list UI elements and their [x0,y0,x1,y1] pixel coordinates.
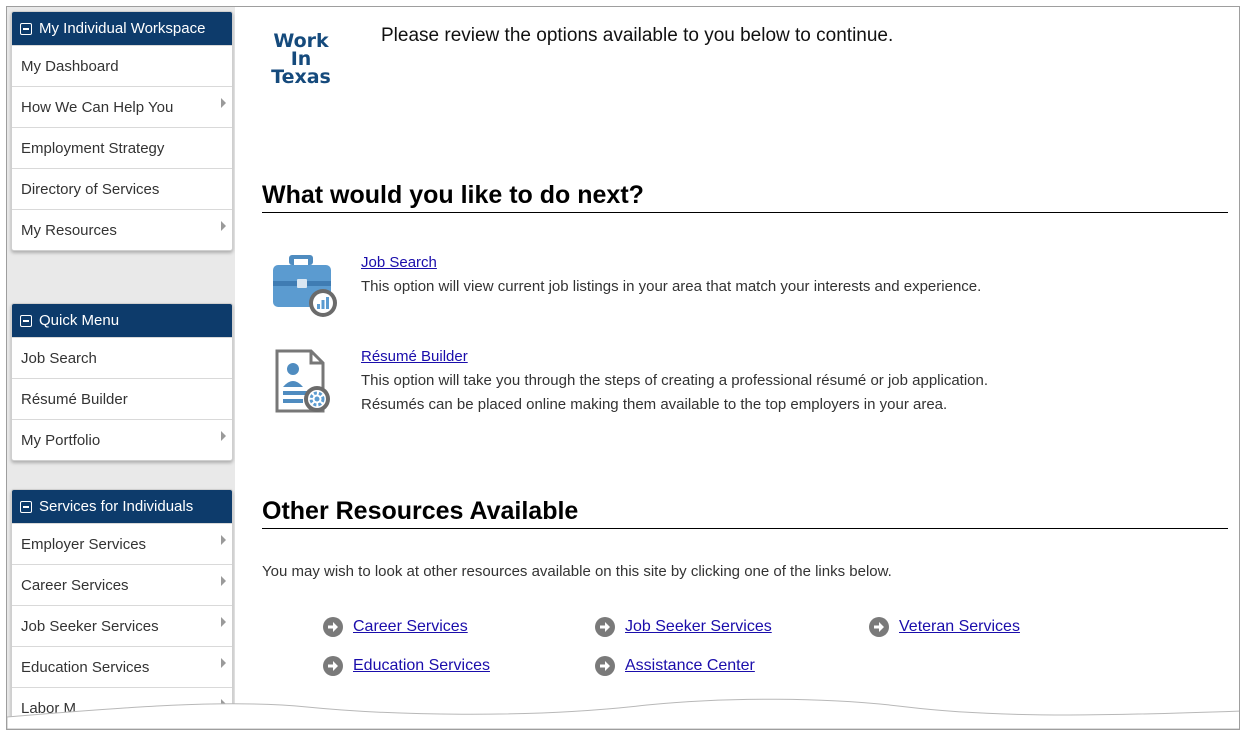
quick-menu-panel: Quick Menu Job Search Résumé Builder My … [11,303,233,461]
resource-link-label[interactable]: Assistance Center [625,657,755,675]
logo-line: Texas [271,66,331,88]
quick-menu-title: Quick Menu [39,312,120,329]
sidebar-item-employment-strategy[interactable]: Employment Strategy [12,127,232,168]
job-search-body: Job Search This option will view current… [361,251,981,299]
sidebar-item-label: My Dashboard [21,57,119,75]
quick-menu-header[interactable]: Quick Menu [12,304,232,337]
sidebar-item-label: Directory of Services [21,180,160,198]
sidebar-item-label: Résumé Builder [21,390,128,408]
page-frame: My Individual Workspace My Dashboard How… [6,6,1240,730]
briefcase-chart-icon[interactable] [271,251,343,319]
sidebar-item-label: My Resources [21,221,117,239]
job-search-description: This option will view current job listin… [361,278,982,295]
services-panel-title: Services for Individuals [39,498,194,515]
resource-link-label[interactable]: Career Services [353,618,468,636]
caret-right-icon [221,617,226,627]
sidebar-item-label: Career Services [21,576,129,594]
assistance-center-link[interactable]: Assistance Center [595,656,755,676]
arrow-right-circle-icon [323,656,343,676]
sidebar-item-label: Employer Services [21,535,147,553]
resume-builder-description: This option will take you through the st… [361,372,989,389]
sidebar-item-resume-builder[interactable]: Résumé Builder [12,378,232,419]
main-content: Work In Texas Please review the options … [235,7,1239,729]
collapse-icon[interactable] [20,315,32,327]
sidebar-item-how-we-can-help[interactable]: How We Can Help You [12,86,232,127]
sidebar-item-label: Job Search [21,349,97,367]
services-panel-header[interactable]: Services for Individuals [12,490,232,523]
work-in-texas-logo: Work In Texas [261,32,341,88]
workspace-panel-header[interactable]: My Individual Workspace [12,12,232,45]
sidebar: My Individual Workspace My Dashboard How… [7,7,235,729]
sidebar-item-label: My Portfolio [21,431,101,449]
resume-builder-description-2: Résumés can be placed online making them… [361,396,948,413]
arrow-right-circle-icon [595,656,615,676]
career-services-link[interactable]: Career Services [323,617,468,637]
resource-link-label[interactable]: Veteran Services [899,618,1020,636]
collapse-icon[interactable] [20,23,32,35]
other-resources-heading: Other Resources Available [262,497,1228,529]
arrow-right-circle-icon [323,617,343,637]
resume-builder-link[interactable]: Résumé Builder [361,348,468,365]
sidebar-item-employer-services[interactable]: Employer Services [12,523,232,564]
sidebar-item-label: Employment Strategy [21,139,165,157]
arrow-right-circle-icon [595,617,615,637]
resource-link-label[interactable]: Job Seeker Services [625,618,772,636]
caret-right-icon [221,431,226,441]
caret-right-icon [221,98,226,108]
workspace-panel-title: My Individual Workspace [39,20,206,37]
workspace-panel: My Individual Workspace My Dashboard How… [11,11,233,251]
caret-right-icon [221,535,226,545]
caret-right-icon [221,658,226,668]
sidebar-item-label: Education Services [21,658,150,676]
caret-right-icon [221,221,226,231]
resume-gear-icon[interactable] [271,345,343,421]
resume-builder-body: Résumé Builder This option will take you… [361,345,988,417]
sidebar-item-directory-of-services[interactable]: Directory of Services [12,168,232,209]
sidebar-item-career-services[interactable]: Career Services [12,564,232,605]
sidebar-item-label: How We Can Help You [21,98,174,116]
veteran-services-link[interactable]: Veteran Services [869,617,1020,637]
sidebar-item-job-seeker-services[interactable]: Job Seeker Services [12,605,232,646]
sidebar-item-my-dashboard[interactable]: My Dashboard [12,45,232,86]
intro-text: Please review the options available to y… [381,25,894,46]
sidebar-item-my-resources[interactable]: My Resources [12,209,232,250]
collapse-icon[interactable] [20,501,32,513]
sidebar-item-my-portfolio[interactable]: My Portfolio [12,419,232,460]
sidebar-item-label: Job Seeker Services [21,617,159,635]
education-services-link[interactable]: Education Services [323,656,490,676]
sidebar-item-job-search[interactable]: Job Search [12,337,232,378]
sidebar-item-education-services[interactable]: Education Services [12,646,232,687]
job-seeker-services-link[interactable]: Job Seeker Services [595,617,772,637]
next-heading: What would you like to do next? [262,181,1228,213]
resource-link-label[interactable]: Education Services [353,657,490,675]
job-search-link[interactable]: Job Search [361,254,437,271]
caret-right-icon [221,576,226,586]
arrow-right-circle-icon [869,617,889,637]
torn-edge-decoration [7,698,1239,729]
other-resources-note: You may wish to look at other resources … [262,563,892,580]
